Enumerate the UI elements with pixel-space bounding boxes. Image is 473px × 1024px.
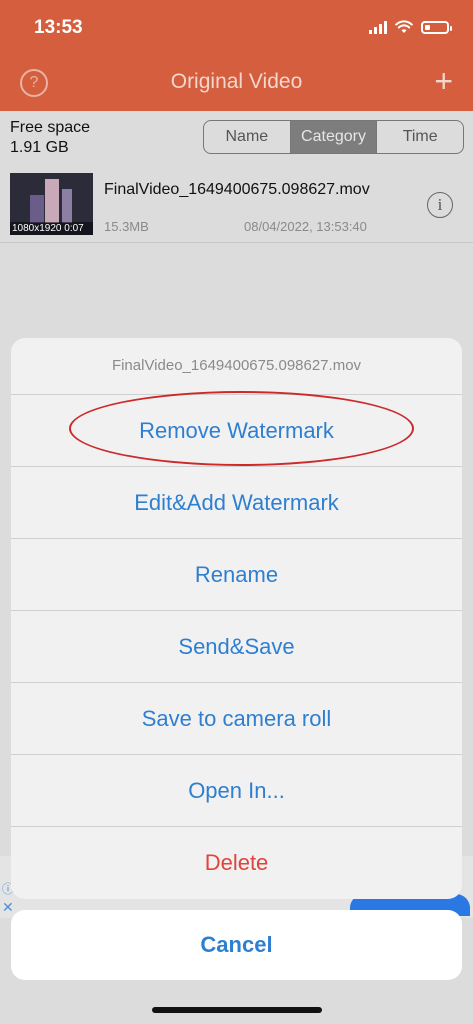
send-save-button[interactable]: Send&Save (11, 611, 462, 683)
file-date: 08/04/2022, 13:53:40 (244, 219, 367, 234)
edit-add-watermark-button[interactable]: Edit&Add Watermark (11, 467, 462, 539)
app-header: 13:53 ? Original Video + (0, 0, 473, 111)
action-sheet: FinalVideo_1649400675.098627.mov Remove … (11, 338, 462, 899)
wifi-icon (395, 20, 413, 33)
sort-by-name[interactable]: Name (204, 121, 290, 153)
file-name: FinalVideo_1649400675.098627.mov (104, 181, 370, 198)
remove-watermark-button[interactable]: Remove Watermark (11, 395, 462, 467)
thumbnail-caption: 1080x1920 0:07 (10, 222, 93, 235)
free-space-label: Free space (10, 119, 91, 136)
rename-button[interactable]: Rename (11, 539, 462, 611)
open-in-button[interactable]: Open In... (11, 755, 462, 827)
battery-icon (421, 20, 452, 34)
add-icon[interactable]: + (434, 64, 453, 98)
cellular-signal-icon (369, 20, 387, 34)
ad-close-icon[interactable]: ✕ (2, 899, 14, 916)
action-sheet-title: FinalVideo_1649400675.098627.mov (11, 338, 462, 395)
file-size: 15.3MB (104, 219, 149, 234)
cancel-button[interactable]: Cancel (11, 910, 462, 980)
free-space-value: 1.91 GB (10, 139, 69, 156)
info-icon[interactable]: i (427, 192, 453, 218)
page-title: Original Video (170, 70, 303, 93)
sort-by-time[interactable]: Time (376, 121, 463, 153)
status-time: 13:53 (34, 17, 83, 38)
status-icons (369, 20, 452, 34)
delete-button[interactable]: Delete (11, 827, 462, 899)
home-indicator[interactable] (152, 1007, 322, 1013)
video-thumbnail[interactable]: 1080x1920 0:07 (10, 173, 93, 235)
save-to-camera-roll-button[interactable]: Save to camera roll (11, 683, 462, 755)
sort-segmented-control: Name Category Time (203, 120, 464, 154)
sort-by-category[interactable]: Category (289, 121, 377, 153)
